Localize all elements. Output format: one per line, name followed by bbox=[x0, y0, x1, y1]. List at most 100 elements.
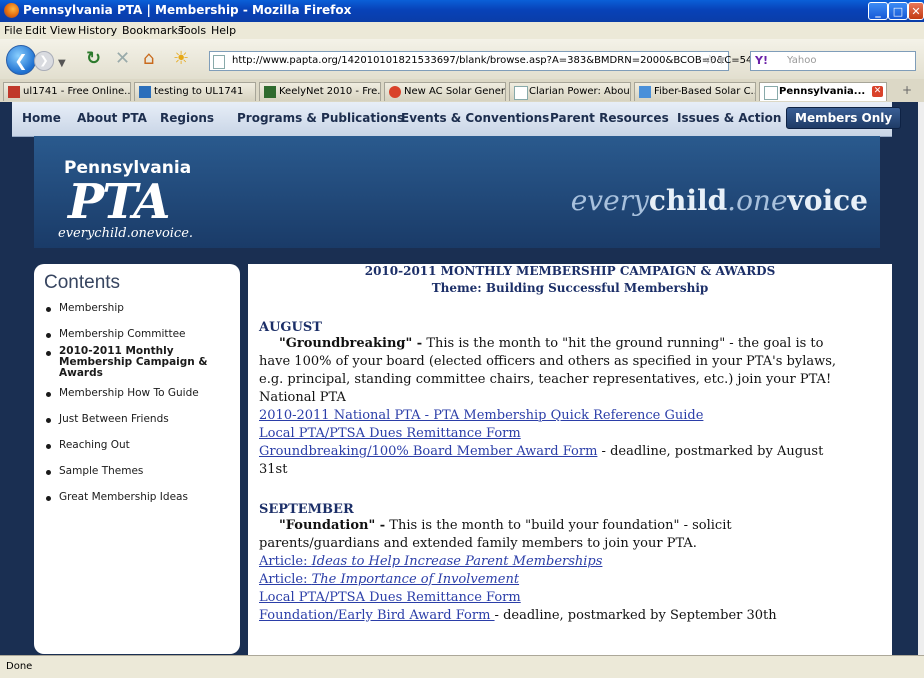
close-tab-icon[interactable]: ✕ bbox=[872, 86, 883, 97]
sidebar-title: Contents bbox=[44, 272, 121, 293]
nav-about-pta[interactable]: About PTA bbox=[77, 111, 147, 125]
pdf-icon bbox=[8, 86, 20, 98]
url-dropdown-icon[interactable]: ▼ bbox=[718, 56, 725, 66]
bookmark-star-icon[interactable]: ☆ bbox=[704, 53, 716, 68]
page-heading: 2010-2011 MONTHLY MEMBERSHIP CAMPAIGN & … bbox=[364, 264, 776, 278]
tab-pennsylvania[interactable]: Pennsylvania... ✕ bbox=[759, 82, 887, 101]
status-text: Done bbox=[6, 661, 33, 672]
tab-label: Pennsylvania... bbox=[779, 86, 866, 97]
tab-label: Fiber-Based Solar C... bbox=[654, 86, 756, 97]
reload-icon[interactable]: ↻ bbox=[86, 49, 101, 69]
link-groundbreaking: Groundbreaking/100% Board Member Award F… bbox=[259, 444, 824, 459]
tab-bar: ul1741 - Free Online... testing to UL174… bbox=[0, 79, 924, 103]
tab-solar-gener[interactable]: New AC Solar Gener... bbox=[384, 82, 506, 101]
tab-label: KeelyNet 2010 - Fre... bbox=[279, 86, 381, 97]
sidebar-item-how-to-guide[interactable]: Membership How To Guide bbox=[44, 387, 234, 399]
back-button[interactable]: ❮ bbox=[6, 45, 36, 75]
sidebar-item-sample-themes[interactable]: Sample Themes bbox=[44, 465, 234, 477]
tab-label: New AC Solar Gener... bbox=[404, 86, 506, 97]
tab-label: testing to UL1741 bbox=[154, 86, 244, 97]
menu-history[interactable]: History bbox=[78, 24, 117, 37]
page-subheading: Theme: Building Successful Membership bbox=[431, 281, 709, 295]
firefox-icon bbox=[4, 3, 19, 18]
site-navigation: Home About PTA Regions Programs & Public… bbox=[12, 102, 902, 137]
nav-issues-action[interactable]: Issues & Action bbox=[677, 111, 781, 125]
menu-bookmarks[interactable]: Bookmarks bbox=[122, 24, 183, 37]
search-input[interactable]: Yahoo bbox=[787, 55, 816, 66]
dues-remittance-link[interactable]: Local PTA/PTSA Dues Remittance Form bbox=[259, 426, 521, 441]
september-text: parents/guardians and extended family me… bbox=[259, 536, 697, 551]
nav-members-only[interactable]: Members Only bbox=[786, 107, 902, 129]
tab-clarian[interactable]: Clarian Power: About bbox=[509, 82, 631, 101]
august-deadline: 31st bbox=[259, 462, 288, 477]
menu-tools[interactable]: Tools bbox=[179, 24, 206, 37]
involvement-article-link[interactable]: Article: The Importance of Involvement bbox=[259, 572, 519, 587]
foundation-award-link[interactable]: Foundation/Early Bird Award Form bbox=[259, 608, 495, 623]
link-dues-form-2: Local PTA/PTSA Dues Remittance Form bbox=[259, 590, 521, 605]
nav-events-conventions[interactable]: Events & Conventions bbox=[401, 111, 549, 125]
contents-sidebar: Contents Membership Membership Committee… bbox=[34, 264, 240, 654]
vertical-scrollbar[interactable] bbox=[918, 102, 924, 655]
new-tab-icon[interactable]: + bbox=[902, 83, 912, 97]
nav-home[interactable]: Home bbox=[22, 111, 61, 125]
sidebar-item-great-ideas[interactable]: Great Membership Ideas bbox=[44, 491, 234, 503]
nav-programs-publications[interactable]: Programs & Publications bbox=[237, 111, 404, 125]
tab-label: ul1741 - Free Online... bbox=[23, 86, 131, 97]
sidebar-item-reaching-out[interactable]: Reaching Out bbox=[44, 439, 234, 451]
tab-label: Clarian Power: About bbox=[529, 86, 631, 97]
sidebar-item-membership[interactable]: Membership bbox=[44, 302, 234, 314]
menu-view[interactable]: View bbox=[50, 24, 76, 37]
tab-testing-ul1741[interactable]: testing to UL1741 bbox=[134, 82, 256, 101]
site-icon bbox=[264, 86, 276, 98]
site-icon bbox=[639, 86, 651, 98]
search-bar[interactable]: Y! Yahoo bbox=[750, 51, 916, 71]
nav-parent-resources[interactable]: Parent Resources bbox=[550, 111, 669, 125]
quick-reference-link[interactable]: 2010-2011 National PTA - PTA Membership … bbox=[259, 408, 703, 423]
home-icon[interactable]: ⌂ bbox=[143, 49, 154, 69]
history-dropdown-icon[interactable]: ▼ bbox=[58, 54, 66, 74]
tab-keelynet[interactable]: KeelyNet 2010 - Fre... bbox=[259, 82, 381, 101]
sidebar-item-membership-committee[interactable]: Membership Committee bbox=[44, 328, 234, 340]
menu-file[interactable]: File bbox=[4, 24, 22, 37]
august-text: National PTA bbox=[259, 390, 346, 405]
link-article-involvement: Article: The Importance of Involvement bbox=[259, 572, 519, 587]
groundbreaking-award-link[interactable]: Groundbreaking/100% Board Member Award F… bbox=[259, 444, 597, 459]
month-september: SEPTEMBER bbox=[259, 502, 354, 517]
menu-help[interactable]: Help bbox=[211, 24, 236, 37]
pta-logo[interactable]: PTA bbox=[68, 176, 170, 228]
link-foundation: Foundation/Early Bird Award Form - deadl… bbox=[259, 608, 777, 623]
august-intro: "Groundbreaking" - This is the month to … bbox=[279, 336, 824, 351]
minimize-button[interactable]: _ bbox=[868, 2, 888, 20]
page-icon bbox=[514, 86, 528, 100]
site-icon bbox=[389, 86, 401, 98]
site-icon bbox=[139, 86, 151, 98]
url-text[interactable]: http://www.papta.org/142010101821533697/… bbox=[232, 55, 771, 66]
sidebar-item-just-between-friends[interactable]: Just Between Friends bbox=[44, 413, 234, 425]
site-banner: Pennsylvania PTA everychild.onevoice. ev… bbox=[34, 136, 880, 248]
forward-button[interactable]: ❯ bbox=[34, 51, 54, 71]
navigation-toolbar: ❮ ❯ ▼ ↻ ✕ ⌂ ☀ http://www.papta.org/14201… bbox=[0, 39, 924, 79]
dues-remittance-link[interactable]: Local PTA/PTSA Dues Remittance Form bbox=[259, 590, 521, 605]
menu-edit[interactable]: Edit bbox=[25, 24, 46, 37]
window-title-bar: Pennsylvania PTA | Membership - Mozilla … bbox=[0, 0, 924, 22]
close-window-button[interactable]: ✕ bbox=[908, 2, 924, 20]
sidebar-item-monthly-campaign[interactable]: 2010-2011 Monthly Membership Campaign & … bbox=[44, 346, 234, 379]
web-page: Home About PTA Regions Programs & Public… bbox=[0, 102, 918, 655]
maximize-button[interactable]: □ bbox=[888, 2, 908, 20]
main-content: 2010-2011 MONTHLY MEMBERSHIP CAMPAIGN & … bbox=[248, 264, 892, 655]
link-article-ideas: Article: Ideas to Help Increase Parent M… bbox=[259, 554, 602, 569]
nav-regions[interactable]: Regions bbox=[160, 111, 214, 125]
link-dues-form: Local PTA/PTSA Dues Remittance Form bbox=[259, 426, 521, 441]
page-icon bbox=[213, 55, 225, 69]
september-intro: "Foundation" - This is the month to "bui… bbox=[279, 518, 732, 533]
search-engine-icon[interactable]: Y! bbox=[755, 54, 768, 67]
link-quick-reference: 2010-2011 National PTA - PTA Membership … bbox=[259, 408, 703, 423]
august-text: e.g. principal, standing committee chair… bbox=[259, 372, 832, 387]
ideas-article-link[interactable]: Article: Ideas to Help Increase Parent M… bbox=[259, 554, 602, 569]
stop-icon[interactable]: ✕ bbox=[115, 49, 130, 69]
banner-tagline: everychild.onevoice bbox=[570, 184, 868, 217]
address-bar[interactable]: http://www.papta.org/142010101821533697/… bbox=[209, 51, 771, 71]
tab-ul1741[interactable]: ul1741 - Free Online... bbox=[3, 82, 131, 101]
tab-fiber-solar[interactable]: Fiber-Based Solar C... bbox=[634, 82, 756, 101]
addon-icon[interactable]: ☀ bbox=[173, 49, 189, 69]
